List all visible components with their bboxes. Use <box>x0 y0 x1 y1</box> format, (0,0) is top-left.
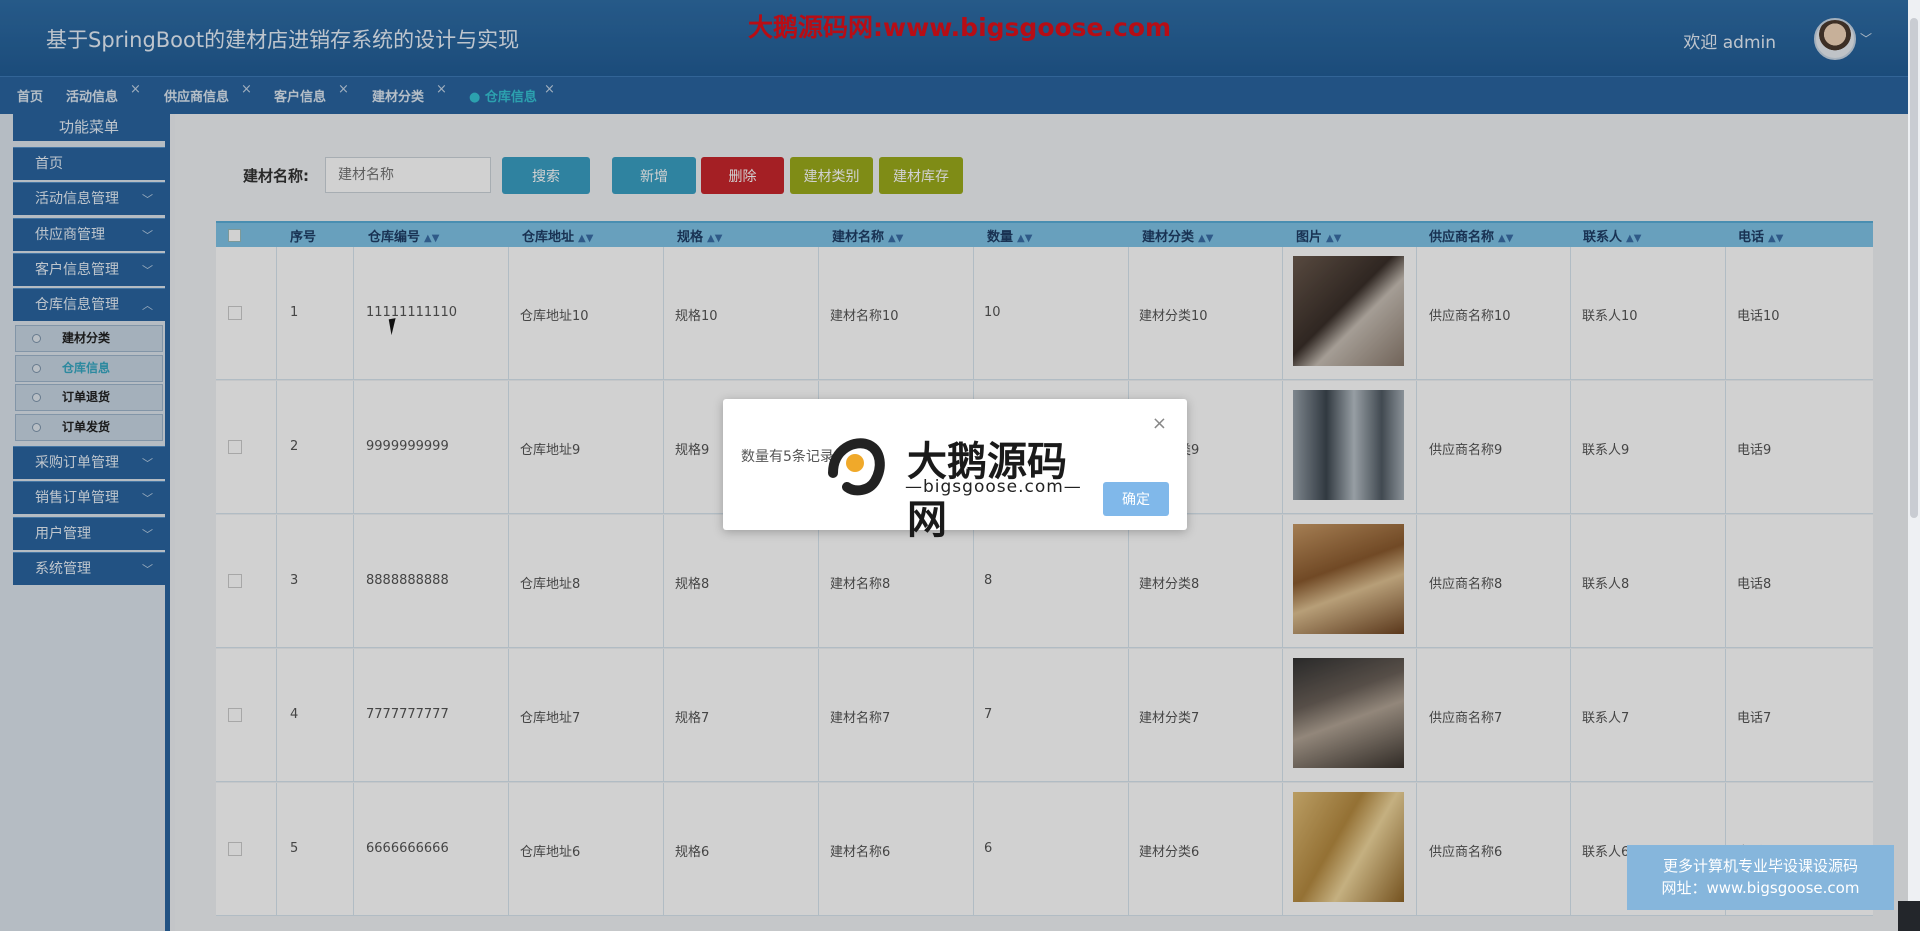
promo-url: 网址：www.bigsgoose.com <box>1661 879 1860 897</box>
goose-icon <box>828 438 885 496</box>
ok-button[interactable]: 确定 <box>1103 482 1169 516</box>
promo-line: 更多计算机专业毕设课设源码 <box>1662 857 1858 875</box>
logo-subtext: —bigsgoose.com— <box>905 477 1082 497</box>
promo-banner[interactable]: 更多计算机专业毕设课设源码 网址：www.bigsgoose.com <box>1627 845 1894 910</box>
dialog-message: 数量有5条记录 <box>741 449 834 465</box>
scroll-thumb[interactable] <box>1910 18 1918 518</box>
scrollbar[interactable] <box>1908 0 1920 931</box>
flag-icon[interactable] <box>1898 901 1920 931</box>
alert-dialog: × 数量有5条记录 大鹅源码网 —bigsgoose.com— 确定 <box>723 399 1187 543</box>
mouse-cursor <box>388 316 406 336</box>
close-icon[interactable]: × <box>1152 413 1167 434</box>
goose-logo: 大鹅源码网 —bigsgoose.com— <box>825 429 1105 543</box>
